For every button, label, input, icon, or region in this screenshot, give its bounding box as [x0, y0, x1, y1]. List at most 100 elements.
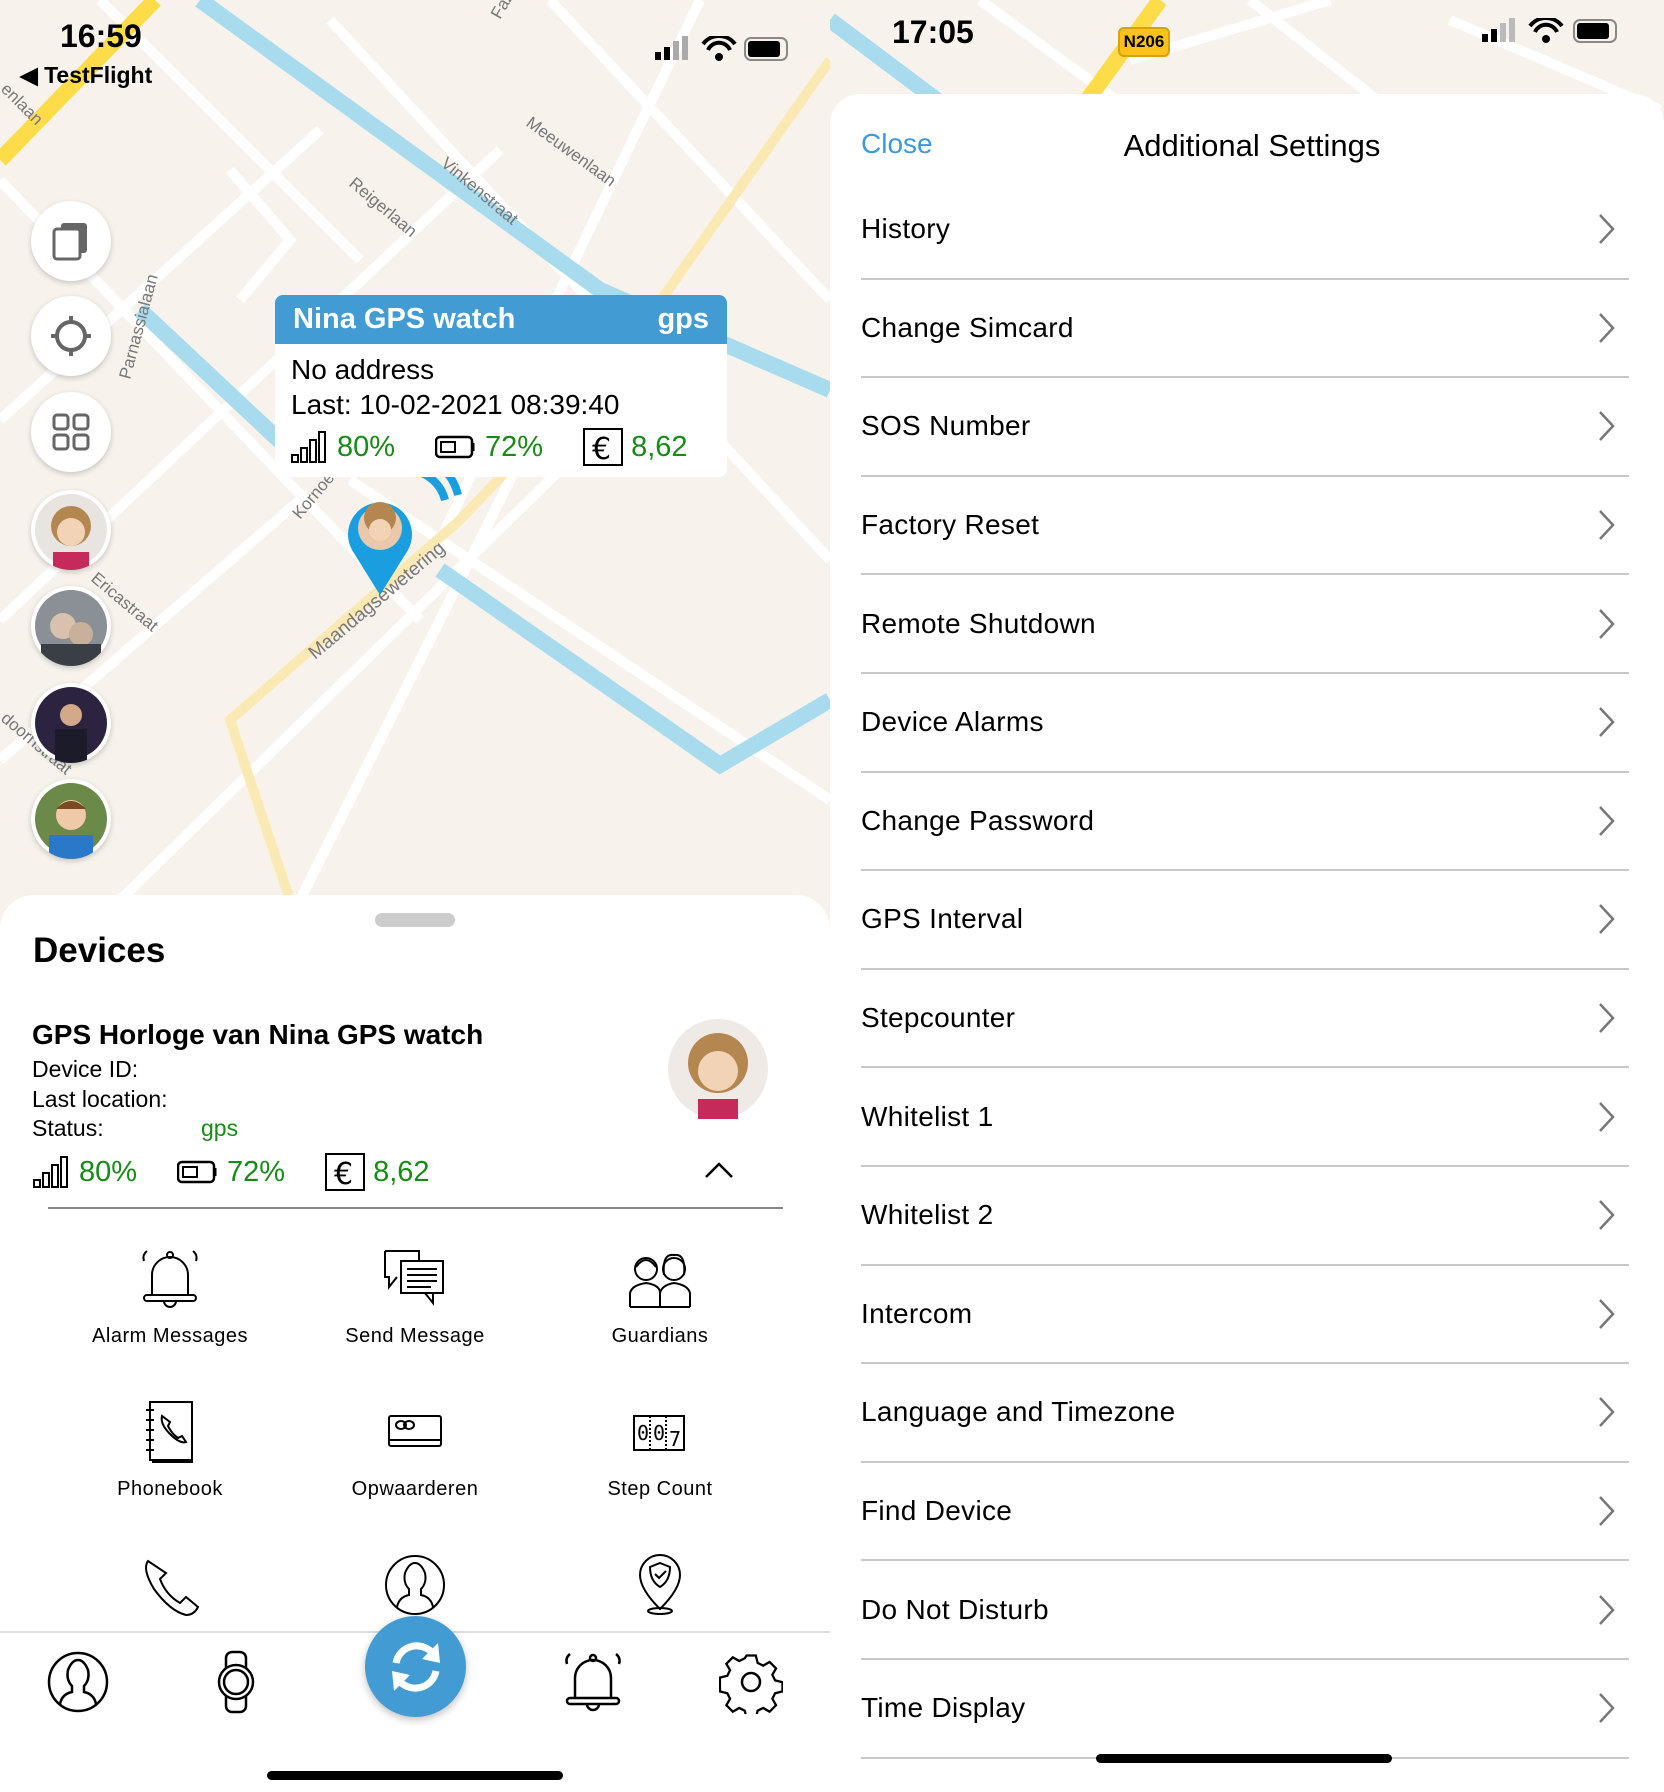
grid-label: Guardians [611, 1325, 709, 1347]
grid-alarm-messages[interactable]: Alarm Messages [50, 1247, 290, 1348]
settings-row[interactable]: Intercom [861, 1266, 1629, 1365]
settings-row[interactable]: Find Device [861, 1463, 1629, 1562]
tab-watch-icon[interactable] [204, 1650, 268, 1714]
collapse-chevron-icon[interactable] [704, 1161, 734, 1179]
settings-row-label: Remote Shutdown [861, 607, 1096, 639]
settings-row-label: Change Simcard [861, 311, 1074, 343]
euro-icon: € [583, 428, 624, 466]
settings-row-label: Do Not Disturb [861, 1593, 1049, 1625]
grid-label: Alarm Messages [92, 1325, 248, 1347]
divider [48, 1207, 783, 1209]
popup-credit: 8,62 [631, 430, 688, 463]
tab-settings-gear-icon[interactable] [719, 1650, 783, 1714]
settings-row[interactable]: Do Not Disturb [861, 1561, 1629, 1660]
back-to-testflight[interactable]: ◀ TestFlight [20, 62, 152, 89]
popup-signal: 80% [337, 430, 396, 463]
sheet-title: Devices [33, 931, 166, 970]
signal-icon [291, 431, 326, 463]
battery-icon [435, 435, 475, 459]
layers-icon [52, 223, 87, 261]
status-icons [655, 36, 788, 61]
chevron-right-icon [1599, 1299, 1615, 1329]
chevron-right-icon [1599, 1101, 1615, 1132]
back-app-label: TestFlight [44, 62, 153, 88]
contact-icon[interactable] [383, 1553, 447, 1617]
additional-settings-sheet: Close Additional Settings History Change … [830, 94, 1664, 1792]
popup-last-seen: Last: 10-02-2021 08:39:40 [291, 389, 620, 420]
home-indicator [267, 1771, 563, 1780]
tab-profile-icon[interactable] [46, 1650, 110, 1714]
map-label: Faz [487, 0, 518, 22]
settings-row-label: Stepcounter [861, 1002, 1016, 1034]
settings-row-label: Language and Timezone [861, 1396, 1176, 1428]
locate-button[interactable] [31, 296, 111, 376]
geofence-icon[interactable] [628, 1553, 692, 1617]
chevron-right-icon [1599, 1397, 1615, 1428]
road-badge: N206 [1118, 27, 1170, 57]
chat-icon [384, 1250, 444, 1306]
guardians-icon [629, 1253, 691, 1308]
grid-label: Send Message [345, 1325, 485, 1347]
settings-row-label: Device Alarms [861, 706, 1044, 738]
settings-row[interactable]: Time Display [861, 1660, 1629, 1759]
chevron-right-icon [1599, 411, 1615, 442]
call-icon[interactable] [140, 1555, 204, 1619]
grid-send-message[interactable]: Send Message [295, 1247, 535, 1348]
settings-row[interactable]: Device Alarms [861, 674, 1629, 773]
device-avatar[interactable] [668, 1019, 768, 1119]
home-indicator [1096, 1754, 1392, 1763]
settings-row-label: Intercom [861, 1297, 973, 1329]
popup-address: No address [291, 354, 435, 385]
grid-icon [52, 413, 90, 451]
last-location-label: Last location: [32, 1085, 168, 1112]
settings-row-label: Factory Reset [861, 509, 1040, 541]
popup-title: Nina GPS watch [293, 303, 516, 335]
avatar-2[interactable] [31, 586, 111, 666]
euro-icon: € [325, 1153, 366, 1191]
status-icons [1482, 18, 1617, 43]
map-label: Meeuwenlaan [523, 113, 620, 191]
chevron-right-icon [1599, 707, 1615, 738]
grid-phonebook[interactable]: Phonebook [50, 1400, 290, 1501]
settings-row[interactable]: Whitelist 2 [861, 1167, 1629, 1266]
settings-row-label: Whitelist 1 [861, 1100, 994, 1132]
svg-text:€: € [334, 1157, 353, 1191]
tab-alarm-icon[interactable] [561, 1650, 625, 1714]
chevron-right-icon [1599, 313, 1615, 343]
device-credit: 8,62 [373, 1155, 430, 1188]
status-time: 16:59 [60, 18, 142, 54]
sheet-drag-handle[interactable] [375, 913, 455, 927]
grid-guardians[interactable]: Guardians [540, 1247, 780, 1348]
grid-opwaarderen[interactable]: Opwaarderen [295, 1400, 535, 1501]
grid-step-count[interactable]: 007 Step Count [540, 1400, 780, 1501]
device-signal: 80% [79, 1155, 138, 1188]
refresh-button[interactable] [365, 1616, 466, 1717]
settings-row[interactable]: History [861, 181, 1629, 280]
avatar-nina[interactable] [31, 490, 111, 570]
chevron-right-icon [1599, 510, 1615, 540]
settings-row[interactable]: Change Password [861, 773, 1629, 872]
settings-row[interactable]: Language and Timezone [861, 1364, 1629, 1463]
device-id-label: Device ID: [32, 1056, 139, 1082]
layers-button[interactable] [31, 201, 111, 281]
settings-row[interactable]: Factory Reset [861, 477, 1629, 576]
device-name: GPS Horloge van Nina GPS watch [32, 1019, 484, 1050]
settings-row-label: Whitelist 2 [861, 1199, 994, 1231]
chevron-right-icon [1599, 608, 1615, 639]
svg-text:€: € [592, 432, 611, 466]
settings-row[interactable]: Change Simcard [861, 280, 1629, 379]
avatar-4[interactable] [31, 779, 111, 859]
device-popup[interactable]: Nina GPS watch gps No address Last: 10-02… [275, 295, 727, 477]
popup-battery: 72% [485, 430, 544, 463]
settings-row[interactable]: Remote Shutdown [861, 575, 1629, 674]
settings-row[interactable]: SOS Number [861, 378, 1629, 477]
settings-row[interactable]: GPS Interval [861, 871, 1629, 970]
grid-button[interactable] [31, 392, 111, 472]
settings-row[interactable]: Whitelist 1 [861, 1068, 1629, 1167]
chevron-right-icon [1599, 214, 1615, 245]
settings-row[interactable]: Stepcounter [861, 970, 1629, 1069]
grid-label: Phonebook [117, 1478, 223, 1500]
settings-row-label: Time Display [861, 1692, 1026, 1724]
phonebook-icon [146, 1401, 193, 1463]
avatar-3[interactable] [31, 683, 111, 763]
